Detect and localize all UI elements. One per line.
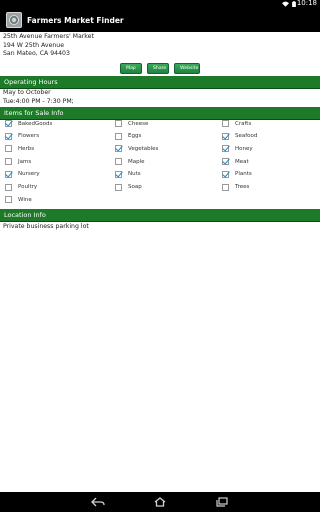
checkbox[interactable]	[222, 183, 229, 191]
item-eggs[interactable]: Eggs	[115, 132, 142, 140]
action-buttons: Map It Share Website	[0, 63, 320, 80]
item-label: Jams	[18, 158, 32, 165]
action-bar: Farmers Market Finder	[0, 8, 320, 32]
item-label: Wine	[18, 196, 32, 203]
checkbox[interactable]	[222, 145, 229, 153]
checkbox[interactable]	[222, 132, 229, 140]
checkbox[interactable]	[5, 158, 12, 166]
item-label: Seafood	[235, 133, 258, 140]
item-nursery[interactable]: Nursery	[5, 170, 40, 178]
item-cheese[interactable]: Cheese	[115, 120, 148, 127]
back-icon	[91, 497, 105, 507]
item-herbs[interactable]: Herbs	[5, 145, 35, 153]
home-icon	[154, 497, 166, 507]
location-info-text: Private business parking lot	[3, 223, 89, 230]
seal-icon	[9, 15, 19, 25]
market-city: San Mateo, CA 94403	[3, 50, 70, 57]
item-label: Soap	[128, 184, 142, 190]
item-label: Nuts	[128, 171, 141, 178]
checkbox[interactable]	[222, 120, 229, 127]
item-wine[interactable]: Wine	[5, 196, 32, 204]
checkbox[interactable]	[222, 170, 229, 178]
market-name: 25th Avenue Farmers' Market	[3, 33, 94, 40]
item-trees[interactable]: Trees	[222, 183, 250, 191]
item-label: Cheese	[128, 120, 149, 127]
checkbox[interactable]	[115, 158, 122, 166]
item-poultry[interactable]: Poultry	[5, 183, 38, 191]
operating-hours-header: Operating Hours	[0, 76, 320, 89]
checkbox[interactable]	[5, 170, 12, 178]
item-label: Vegetables	[128, 145, 159, 152]
item-bakedgoods[interactable]: BakedGoods	[5, 120, 52, 127]
checkbox[interactable]	[5, 183, 12, 191]
recent-apps-icon	[216, 497, 228, 507]
status-bar: 10:18	[0, 0, 320, 8]
item-nuts[interactable]: Nuts	[115, 170, 141, 178]
item-label: Eggs	[128, 133, 142, 140]
items-for-sale-header: Items for Sale Info	[0, 107, 320, 120]
checkbox[interactable]	[5, 120, 12, 127]
recent-apps-button[interactable]	[213, 495, 231, 509]
item-flowers[interactable]: Flowers	[5, 132, 40, 140]
app-title: Farmers Market Finder	[27, 15, 124, 25]
item-crafts[interactable]: Crafts	[222, 120, 251, 127]
checkbox[interactable]	[115, 183, 122, 191]
item-label: Meat	[235, 158, 249, 165]
location-info-header: Location Info	[0, 209, 320, 222]
back-button[interactable]	[89, 495, 107, 509]
status-clock: 10:18	[296, 0, 317, 7]
item-label: Nursery	[18, 171, 40, 178]
market-address: 25th Avenue Farmers' Market 194 W 25th A…	[3, 33, 94, 59]
checkbox[interactable]	[115, 170, 122, 178]
share-button[interactable]: Share	[147, 63, 169, 74]
item-label: BakedGoods	[18, 120, 53, 127]
item-label: Poultry	[18, 184, 38, 190]
hours-season: May to October	[3, 89, 51, 96]
checkbox[interactable]	[5, 132, 12, 140]
wifi-icon	[282, 1, 289, 7]
item-vegetables[interactable]: Vegetables	[115, 145, 159, 153]
app-logo-icon[interactable]	[6, 12, 22, 28]
checkbox[interactable]	[5, 145, 12, 153]
item-seafood[interactable]: Seafood	[222, 132, 258, 140]
checkbox[interactable]	[5, 196, 12, 204]
item-label: Trees	[235, 184, 250, 190]
checkbox[interactable]	[222, 158, 229, 166]
item-plants[interactable]: Plants	[222, 170, 252, 178]
website-button[interactable]: Website	[174, 63, 200, 74]
operating-hours-info: May to October Tue:4:00 PM - 7:30 PM;	[3, 89, 74, 106]
status-icons	[282, 0, 296, 8]
navigation-bar	[0, 492, 320, 512]
item-label: Herbs	[18, 145, 35, 152]
item-honey[interactable]: Honey	[222, 145, 253, 153]
item-label: Plants	[235, 171, 252, 178]
checkbox[interactable]	[115, 145, 122, 153]
item-label: Crafts	[235, 120, 252, 127]
checkbox[interactable]	[115, 120, 122, 127]
item-soap[interactable]: Soap	[115, 183, 142, 191]
checkbox[interactable]	[115, 132, 122, 140]
market-street: 194 W 25th Avenue	[3, 41, 65, 49]
item-label: Maple	[128, 158, 145, 165]
item-label: Flowers	[18, 133, 40, 140]
hours-times: Tue:4:00 PM - 7:30 PM;	[3, 97, 74, 105]
item-label: Honey	[235, 145, 253, 152]
battery-icon	[292, 1, 296, 7]
item-meat[interactable]: Meat	[222, 158, 249, 166]
map-it-button[interactable]: Map It	[120, 63, 142, 80]
item-jams[interactable]: Jams	[5, 158, 32, 166]
home-button[interactable]	[151, 495, 169, 509]
item-maple[interactable]: Maple	[115, 158, 145, 166]
